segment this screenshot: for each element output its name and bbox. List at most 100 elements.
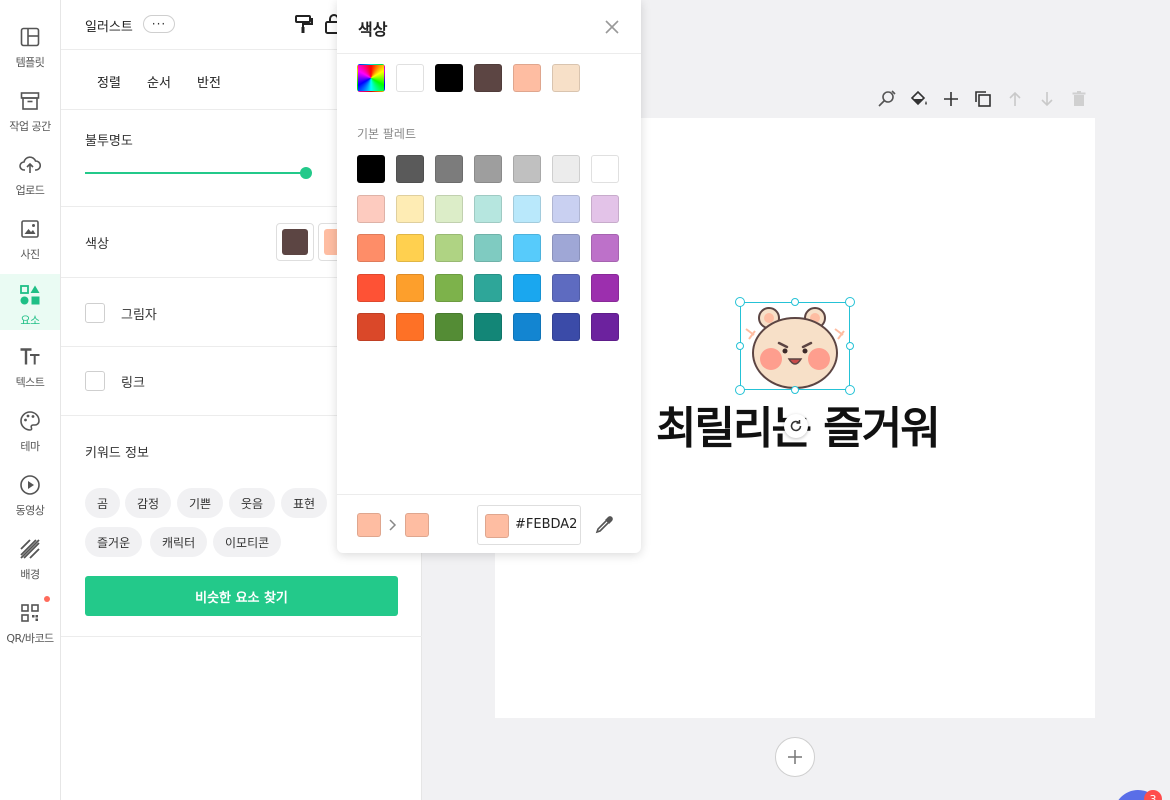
- duplicate-icon[interactable]: [973, 89, 993, 109]
- opacity-slider-handle[interactable]: [300, 167, 312, 179]
- palette-color-swatch[interactable]: [513, 155, 541, 183]
- palette-color-swatch[interactable]: [513, 194, 541, 223]
- paint-roller-icon[interactable]: [293, 13, 315, 35]
- resize-handle-bottom-right[interactable]: [845, 385, 855, 395]
- keyword-tag[interactable]: 즐거운: [85, 527, 143, 557]
- palette-color-swatch[interactable]: [357, 155, 385, 183]
- color-swatch-1[interactable]: [276, 223, 314, 261]
- notification-dot: [44, 596, 50, 602]
- hex-input[interactable]: #FEBDA2: [477, 505, 581, 545]
- keywords-label: 키워드 정보: [85, 446, 149, 461]
- resize-handle-right[interactable]: [846, 342, 854, 350]
- shadow-checkbox[interactable]: [85, 303, 105, 323]
- palette-color-swatch[interactable]: [435, 155, 463, 183]
- palette-color-swatch[interactable]: [396, 313, 424, 341]
- resize-handle-bottom[interactable]: [791, 386, 799, 394]
- trash-icon[interactable]: [1069, 89, 1089, 109]
- rail-item-upload[interactable]: 업로드: [0, 144, 60, 200]
- resize-handle-bottom-left[interactable]: [735, 385, 745, 395]
- recent-color-swatch[interactable]: [396, 64, 424, 92]
- palette-color-swatch[interactable]: [591, 234, 619, 262]
- rail-item-label: 작업 공간: [9, 120, 51, 133]
- rail-item-photos[interactable]: 사진: [0, 208, 60, 264]
- resize-handle-top[interactable]: [791, 298, 799, 306]
- palette-color-swatch[interactable]: [357, 194, 385, 223]
- palette-color-swatch[interactable]: [591, 155, 619, 183]
- rotate-button[interactable]: [784, 414, 808, 438]
- palette-color-swatch[interactable]: [552, 313, 580, 341]
- palette-color-swatch[interactable]: [552, 273, 580, 302]
- rail-item-workspace[interactable]: 작업 공간: [0, 80, 60, 136]
- palette-color-swatch[interactable]: [435, 313, 463, 341]
- recent-color-swatch[interactable]: [435, 64, 463, 92]
- palette-color-swatch[interactable]: [513, 234, 541, 262]
- lock-icon[interactable]: [323, 13, 337, 35]
- recent-color-swatch[interactable]: [513, 64, 541, 92]
- palette-color-swatch[interactable]: [396, 273, 424, 302]
- tab-flip[interactable]: 반전: [197, 72, 221, 91]
- selected-sticker[interactable]: [740, 302, 850, 390]
- more-options-button[interactable]: ···: [143, 15, 175, 33]
- palette-color-swatch[interactable]: [474, 194, 502, 223]
- tab-order[interactable]: 순서: [147, 72, 171, 91]
- palette-color-swatch[interactable]: [513, 273, 541, 302]
- palette-color-swatch[interactable]: [357, 273, 385, 302]
- keyword-tag[interactable]: 이모티콘: [213, 527, 282, 557]
- palette-color-swatch[interactable]: [591, 313, 619, 341]
- palette-color-swatch[interactable]: [396, 234, 424, 262]
- palette-color-swatch[interactable]: [396, 155, 424, 183]
- resize-handle-top-right[interactable]: [845, 297, 855, 307]
- palette-color-swatch[interactable]: [435, 234, 463, 262]
- arrow-up-icon[interactable]: [1005, 89, 1025, 109]
- arrow-down-icon[interactable]: [1037, 89, 1057, 109]
- rail-item-text[interactable]: 텍스트: [0, 336, 60, 392]
- palette-color-swatch[interactable]: [591, 194, 619, 223]
- keyword-tag[interactable]: 표현: [281, 488, 328, 518]
- opacity-slider-track[interactable]: [85, 172, 306, 174]
- color-wheel-button[interactable]: [357, 64, 385, 92]
- palette-color-swatch[interactable]: [396, 194, 424, 223]
- rail-item-qr[interactable]: QR/바코드: [0, 592, 60, 648]
- left-rail: 템플릿 작업 공간 업로드 사진 요소 텍스트 테마 동영상 배경 QR/바코드: [0, 0, 61, 800]
- resize-handle-top-left[interactable]: [735, 297, 745, 307]
- paint-bucket-icon[interactable]: [909, 89, 929, 109]
- palette-color-swatch[interactable]: [552, 194, 580, 223]
- rail-item-elements[interactable]: 요소: [0, 274, 60, 330]
- find-similar-button[interactable]: 비슷한 요소 찾기: [85, 576, 398, 616]
- rail-item-theme[interactable]: 테마: [0, 400, 60, 456]
- palette-color-swatch[interactable]: [474, 313, 502, 341]
- bear-face-illustration: [745, 307, 845, 389]
- close-icon[interactable]: [603, 18, 621, 36]
- new-color-swatch: [405, 513, 429, 537]
- palette-color-swatch[interactable]: [591, 273, 619, 302]
- eyedropper-icon[interactable]: [593, 514, 615, 536]
- link-checkbox[interactable]: [85, 371, 105, 391]
- tab-align[interactable]: 정렬: [97, 72, 121, 91]
- palette-color-swatch[interactable]: [357, 234, 385, 262]
- keyword-tag[interactable]: 캐릭터: [150, 527, 208, 557]
- rail-item-background[interactable]: 배경: [0, 528, 60, 584]
- palette-color-swatch[interactable]: [513, 313, 541, 341]
- palette-color-swatch[interactable]: [435, 273, 463, 302]
- rail-item-templates[interactable]: 템플릿: [0, 16, 60, 72]
- palette-color-swatch[interactable]: [357, 313, 385, 341]
- palette-color-swatch[interactable]: [474, 273, 502, 302]
- add-page-button[interactable]: [775, 737, 815, 777]
- palette-color-swatch[interactable]: [435, 194, 463, 223]
- add-icon[interactable]: [941, 89, 961, 109]
- palette-color-swatch[interactable]: [474, 234, 502, 262]
- magic-pick-icon[interactable]: [877, 89, 897, 109]
- recent-color-swatch[interactable]: [552, 64, 580, 92]
- palette-color-swatch[interactable]: [474, 155, 502, 183]
- keyword-tag[interactable]: 곰: [85, 488, 121, 518]
- keyword-tag[interactable]: 웃음: [229, 488, 276, 518]
- palette-color-swatch[interactable]: [552, 155, 580, 183]
- keyword-tag[interactable]: 기쁜: [177, 488, 224, 518]
- chevron-right-icon: [387, 515, 399, 535]
- keyword-tag[interactable]: 감정: [125, 488, 172, 518]
- chat-notification-badge: 3: [1144, 790, 1162, 800]
- resize-handle-left[interactable]: [736, 342, 744, 350]
- palette-color-swatch[interactable]: [552, 234, 580, 262]
- rail-item-video[interactable]: 동영상: [0, 464, 60, 520]
- recent-color-swatch[interactable]: [474, 64, 502, 92]
